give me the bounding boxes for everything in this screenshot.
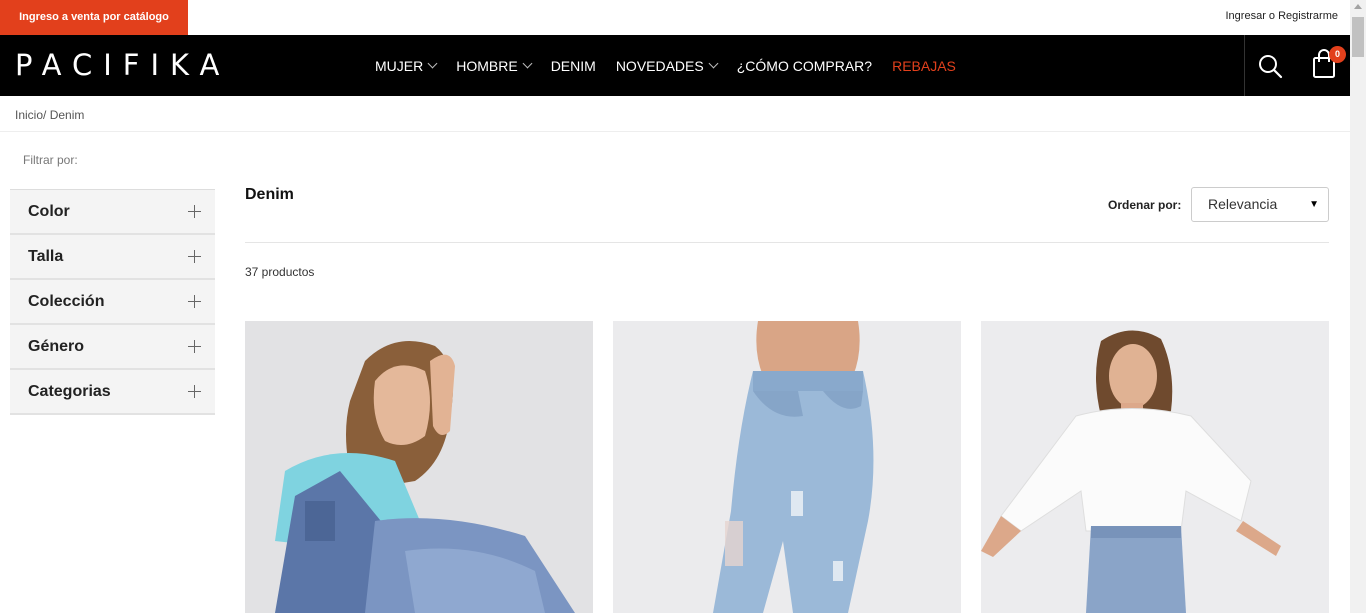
plus-icon bbox=[188, 385, 201, 398]
product-image bbox=[245, 321, 593, 613]
nav-label: ¿CÓMO COMPRAR? bbox=[736, 57, 873, 74]
login-link[interactable]: Ingresar bbox=[1226, 10, 1266, 22]
sort-select[interactable]: Relevancia ▼ bbox=[1191, 187, 1329, 222]
nav-label: NOVEDADES bbox=[615, 57, 704, 74]
filter-label: Colección bbox=[28, 292, 105, 310]
filter-label: Talla bbox=[28, 247, 64, 265]
product-image bbox=[613, 321, 961, 613]
main-header: PACIFIKA MUJER HOMBRE DENIM NOVEDADES ¿C… bbox=[0, 35, 1350, 96]
filter-categorias[interactable]: Categorias bbox=[10, 370, 215, 415]
catalog-sale-button[interactable]: Ingreso a venta por catálogo bbox=[0, 0, 188, 35]
product-card[interactable] bbox=[981, 321, 1329, 613]
plus-icon bbox=[188, 295, 201, 308]
filter-genero[interactable]: Género bbox=[10, 325, 215, 370]
sort-value: Relevancia bbox=[1208, 196, 1278, 212]
product-card[interactable] bbox=[245, 321, 593, 613]
breadcrumb-home[interactable]: Inicio bbox=[15, 108, 43, 122]
nav-item-hombre[interactable]: HOMBRE bbox=[456, 57, 533, 74]
scroll-up-arrow-icon[interactable] bbox=[1354, 4, 1362, 9]
plus-icon bbox=[188, 205, 201, 218]
product-image bbox=[981, 321, 1329, 613]
product-count: 37 productos bbox=[245, 265, 315, 279]
nav-label: DENIM bbox=[550, 57, 596, 74]
product-card[interactable] bbox=[613, 321, 961, 613]
header-divider bbox=[1244, 35, 1245, 96]
divider bbox=[0, 131, 1350, 132]
chevron-down-icon bbox=[427, 58, 438, 68]
cart-count-badge: 0 bbox=[1329, 46, 1346, 63]
breadcrumb: Inicio/ Denim bbox=[15, 108, 84, 122]
register-link[interactable]: Registrarme bbox=[1278, 10, 1338, 22]
nav-item-como-comprar[interactable]: ¿CÓMO COMPRAR? bbox=[737, 58, 872, 74]
chevron-down-icon bbox=[522, 58, 533, 68]
filter-label: Color bbox=[28, 202, 70, 220]
filter-color[interactable]: Color bbox=[10, 190, 215, 235]
main-nav: MUJER HOMBRE DENIM NOVEDADES ¿CÓMO COMPR… bbox=[375, 35, 976, 96]
plus-icon bbox=[188, 340, 201, 353]
page-scrollbar[interactable] bbox=[1350, 0, 1366, 613]
account-links: Ingresar o Registrarme bbox=[1226, 10, 1339, 22]
plus-icon bbox=[188, 250, 201, 263]
filter-list: Color Talla Colección Género Categorias bbox=[10, 189, 215, 415]
filter-title: Filtrar por: bbox=[23, 153, 78, 167]
page-title: Denim bbox=[245, 186, 294, 203]
logo[interactable]: PACIFIKA bbox=[15, 49, 230, 81]
filter-talla[interactable]: Talla bbox=[10, 235, 215, 280]
nav-label: HOMBRE bbox=[456, 57, 518, 74]
sort-label: Ordenar por: bbox=[1108, 198, 1182, 212]
nav-label: REBAJAS bbox=[892, 57, 956, 74]
nav-label: MUJER bbox=[375, 57, 424, 74]
nav-item-mujer[interactable]: MUJER bbox=[375, 57, 438, 74]
nav-item-rebajas[interactable]: REBAJAS bbox=[892, 58, 956, 74]
divider bbox=[245, 242, 1329, 243]
nav-item-novedades[interactable]: NOVEDADES bbox=[615, 57, 719, 74]
filter-coleccion[interactable]: Colección bbox=[10, 280, 215, 325]
scrollbar-thumb[interactable] bbox=[1352, 17, 1364, 57]
breadcrumb-separator: / bbox=[43, 108, 50, 122]
dropdown-arrow-icon: ▼ bbox=[1309, 199, 1319, 210]
login-separator: o bbox=[1265, 10, 1279, 22]
search-icon[interactable] bbox=[1256, 52, 1284, 80]
breadcrumb-current: Denim bbox=[49, 108, 85, 122]
top-bar: Ingreso a venta por catálogo Ingresar o … bbox=[0, 0, 1350, 35]
nav-item-denim[interactable]: DENIM bbox=[551, 58, 596, 74]
filter-label: Género bbox=[28, 337, 85, 355]
filter-label: Categorias bbox=[28, 382, 111, 400]
chevron-down-icon bbox=[708, 58, 719, 68]
